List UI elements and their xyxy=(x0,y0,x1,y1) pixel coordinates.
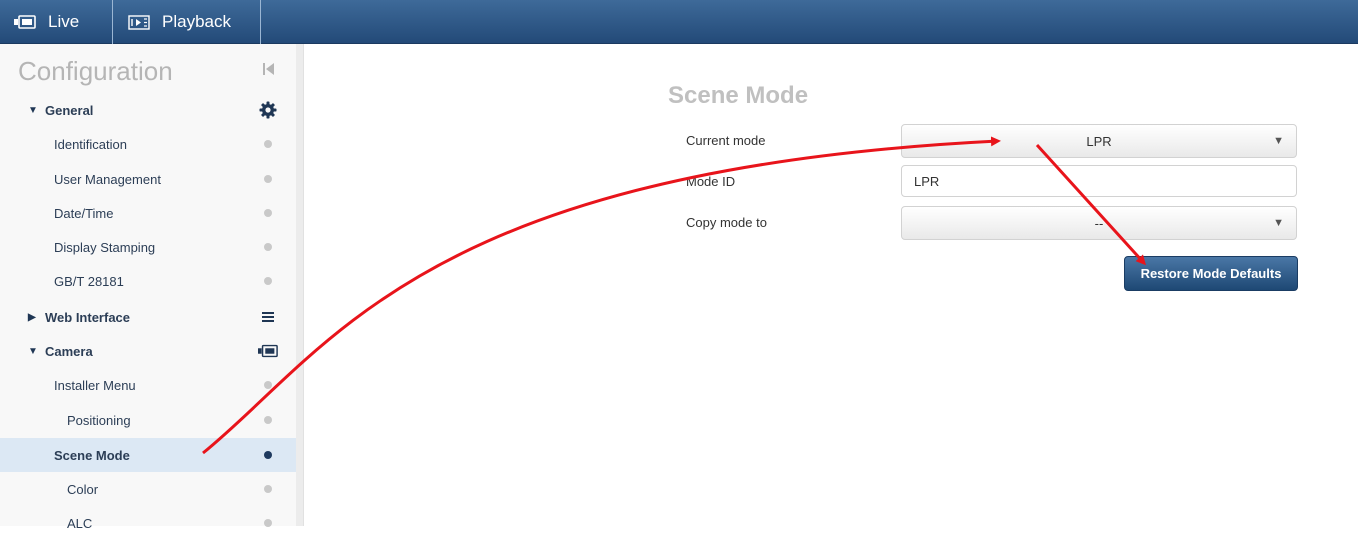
dropdown-arrow-icon: ▼ xyxy=(1273,217,1284,229)
sidebar-item-label: Web Interface xyxy=(45,309,131,325)
sidebar-title: Configuration xyxy=(18,56,173,86)
camera-icon xyxy=(258,342,278,360)
copy-mode-select[interactable]: -- ▼ xyxy=(901,206,1297,240)
sidebar-group-camera[interactable]: ▼ Camera xyxy=(0,334,296,368)
status-dot-active xyxy=(264,451,272,459)
sidebar-item-label: User Management xyxy=(54,171,161,187)
sidebar-item-label: Scene Mode xyxy=(54,447,130,463)
tab-live-label: Live xyxy=(48,12,80,31)
sidebar-item-label: ALC xyxy=(67,515,93,531)
sidebar-item-label: Positioning xyxy=(67,412,131,428)
sidebar-group-general[interactable]: ▼ General xyxy=(0,93,296,127)
sidebar-item-label: Installer Menu xyxy=(54,377,136,393)
annotation-arrow-to-restore-button xyxy=(1035,143,1147,266)
tab-live[interactable]: Live xyxy=(14,0,110,44)
status-dot xyxy=(264,381,272,389)
copy-mode-value: -- xyxy=(1094,215,1104,231)
sidebar-item-user-management[interactable]: User Management xyxy=(0,162,296,196)
sidebar-item-installer-menu[interactable]: Installer Menu xyxy=(0,368,296,402)
sidebar-item-scene-mode[interactable]: Scene Mode xyxy=(0,438,296,472)
caret-down-icon: ▼ xyxy=(28,104,38,116)
sidebar-item-label: Color xyxy=(67,481,99,497)
page-title: Scene Mode xyxy=(668,82,809,109)
tab-divider xyxy=(260,0,261,44)
sidebar-item-label: Date/Time xyxy=(54,205,114,221)
sidebar-item-label: Camera xyxy=(45,343,93,359)
restore-mode-defaults-button[interactable]: Restore Mode Defaults xyxy=(1124,256,1298,291)
status-dot xyxy=(264,209,272,217)
camera-icon xyxy=(14,15,36,29)
sidebar-group-web-interface[interactable]: ▶ Web Interface xyxy=(0,300,296,334)
sidebar-item-positioning[interactable]: Positioning xyxy=(0,403,296,437)
sidebar-item-label: Identification xyxy=(54,136,127,152)
sidebar-item-color[interactable]: Color xyxy=(0,472,296,506)
status-dot xyxy=(264,175,272,183)
current-mode-label: Current mode xyxy=(686,133,766,148)
mode-id-label: Mode ID xyxy=(686,174,736,189)
caret-down-icon: ▼ xyxy=(28,345,38,357)
collapse-sidebar-icon[interactable] xyxy=(262,62,276,76)
status-dot xyxy=(264,243,272,251)
sidebar-item-label: General xyxy=(45,102,94,118)
sidebar-item-date-time[interactable]: Date/Time xyxy=(0,196,296,230)
sidebar-item-identification[interactable]: Identification xyxy=(0,127,296,161)
current-mode-value: LPR xyxy=(1086,133,1112,149)
caret-right-icon: ▶ xyxy=(28,311,36,323)
sidebar-item-alc[interactable]: ALC xyxy=(0,506,296,540)
status-dot xyxy=(264,277,272,285)
dropdown-arrow-icon: ▼ xyxy=(1273,135,1284,147)
top-navigation-bar: Live Playback xyxy=(0,0,1358,44)
sidebar-item-display-stamping[interactable]: Display Stamping xyxy=(0,230,296,264)
menu-lines-icon xyxy=(258,308,278,326)
sidebar-item-gbt-28181[interactable]: GB/T 28181 xyxy=(0,264,296,298)
status-dot xyxy=(264,140,272,148)
status-dot xyxy=(264,485,272,493)
current-mode-select[interactable]: LPR ▼ xyxy=(901,124,1297,158)
status-dot xyxy=(264,416,272,424)
gear-icon xyxy=(258,101,278,119)
copy-mode-label: Copy mode to xyxy=(686,215,767,230)
tab-playback[interactable]: Playback xyxy=(114,0,260,44)
sidebar-scrollbar[interactable] xyxy=(296,44,304,526)
playback-icon xyxy=(128,14,150,30)
sidebar-item-label: Display Stamping xyxy=(54,239,156,255)
sidebar-item-label: GB/T 28181 xyxy=(54,273,124,289)
tab-divider xyxy=(112,0,113,44)
tab-playback-label: Playback xyxy=(162,12,231,31)
annotation-arrow-to-current-mode xyxy=(202,136,1001,455)
mode-id-input[interactable] xyxy=(901,165,1297,197)
